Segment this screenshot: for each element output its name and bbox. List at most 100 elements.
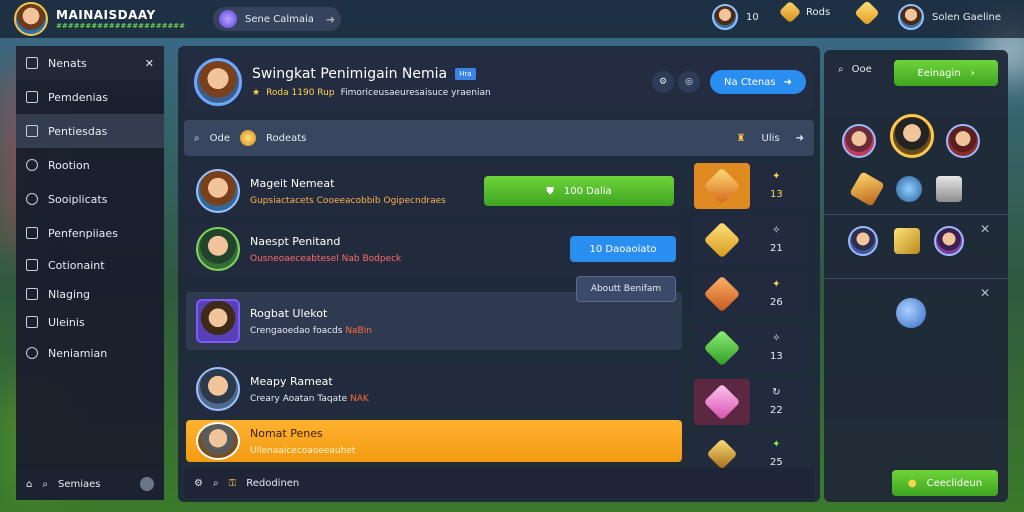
gem-icon [703, 275, 741, 313]
close-icon[interactable]: ✕ [980, 222, 990, 236]
divider [824, 214, 1008, 215]
right-action-button[interactable]: Eeinagin › [894, 60, 998, 86]
table-row[interactable]: Rogbat Ulekot Crengaoedao foacds NaBin A… [186, 276, 682, 350]
sidebar-item-penfenpiiaes[interactable]: Penfenpiiaes [16, 216, 164, 250]
settings-icon[interactable]: ⚙ [194, 478, 203, 489]
trophy[interactable] [854, 0, 880, 26]
rank-entry[interactable]: ✦ 13 [692, 162, 808, 210]
row-name: Meapy Rameat [250, 374, 333, 388]
sidebar-item-rootion[interactable]: Rootion [16, 148, 164, 182]
action-button-label: 10 Daoaoiato [589, 243, 657, 255]
tooltip-button[interactable]: Aboutt Benifam [576, 276, 676, 302]
sidebar-item-label: Rootion [48, 158, 90, 172]
claim-button[interactable]: ⛊ 100 Dalia [484, 176, 674, 206]
close-icon[interactable]: ✕ [145, 57, 154, 70]
main-panel: Swingkat Penimigain Nemia Hra ★ Roda 119… [178, 46, 820, 502]
rank-tile [694, 271, 750, 317]
helmet-icon[interactable] [896, 176, 922, 202]
main-footer-label[interactable]: Redodinen [246, 478, 299, 489]
info-button[interactable]: ⚙ [652, 71, 674, 93]
row-name: Nomat Penes [250, 426, 323, 440]
potion-icon[interactable] [896, 298, 926, 328]
crown-icon[interactable] [894, 228, 920, 254]
mail-icon [26, 288, 38, 300]
folder-icon [26, 91, 38, 103]
avatar [196, 299, 240, 343]
profile-avatar[interactable] [194, 58, 242, 106]
right-footer-button[interactable]: ● Ceeclideun [892, 470, 998, 496]
profile-desc: Fimoriceusaeuresaisuce yraenian [340, 88, 491, 98]
key-icon: ⚿ [228, 477, 237, 489]
avatar[interactable] [946, 124, 980, 158]
avatar [196, 227, 240, 271]
rank-tile [694, 217, 750, 263]
badge-icon [706, 438, 738, 470]
sidebar-item-label: Nlaging [48, 287, 91, 301]
list-icon [26, 57, 38, 69]
tooltip-button-label: Aboutt Benifam [590, 284, 662, 294]
user-profile[interactable]: Solen Gaeline [898, 4, 1001, 30]
arrow-right-icon[interactable]: ➜ [796, 133, 804, 144]
table-row[interactable]: Mageit Nemeat Gupsiactacets Cooeeacobbib… [186, 164, 682, 218]
quick-search[interactable]: Sene Calmaia ➜ [213, 7, 342, 31]
rank-entry[interactable]: ✧ 13 [692, 324, 808, 372]
home-icon[interactable]: ⌂ [26, 479, 32, 490]
row-desc: Crengaoedao foacds [250, 325, 343, 336]
key-icon [778, 0, 802, 24]
avatar [196, 422, 240, 460]
table-row[interactable]: Naespt Penitand Ousneoaeceabtesel Nab Bo… [186, 222, 682, 276]
close-icon[interactable]: ✕ [980, 286, 990, 300]
avatar [712, 4, 738, 30]
sidebar-item-label: Pentiesdas [48, 124, 108, 138]
search-icon[interactable]: ⌕ [213, 478, 219, 489]
sidebar: Nenats ✕ Pemdenias Pentiesdas Rootion So… [16, 46, 164, 500]
sidebar-item-label: Penfenpiiaes [48, 226, 118, 240]
player-level[interactable]: 10 [712, 4, 759, 30]
hammer-icon[interactable] [849, 171, 885, 207]
sidebar-item-nlaging[interactable]: Nlaging [16, 280, 164, 308]
search-icon[interactable]: ⌕ [42, 479, 48, 490]
sidebar-item-neniamian[interactable]: Neniamian [16, 336, 164, 370]
user-avatar [898, 4, 924, 30]
profile-action-button[interactable]: Na Ctenas ➜ [710, 70, 806, 94]
divider [824, 278, 1008, 279]
sidebar-item-cotionaint[interactable]: Cotionaint [16, 250, 164, 280]
chevron-right-icon: › [970, 67, 975, 79]
star-icon [703, 383, 741, 421]
trophy-icon [854, 0, 880, 26]
avatar[interactable] [842, 124, 876, 158]
row-highlight: NaBin [345, 325, 372, 336]
sidebar-item-pentiesdas[interactable]: Pentiesdas [16, 114, 164, 148]
crown-icon [703, 221, 741, 259]
rank-value: 13 [770, 189, 783, 200]
sidebar-item-pemdenias[interactable]: Pemdenias [16, 80, 164, 114]
profile-score: Roda 1190 Rup [266, 88, 335, 98]
avatar [196, 367, 240, 411]
avatar[interactable] [934, 226, 964, 256]
sidebar-item-sooiplicats[interactable]: Sooiplicats [16, 182, 164, 216]
gear-icon [26, 227, 38, 239]
action-button[interactable]: 10 Daoaoiato [570, 236, 676, 262]
rank-entry[interactable]: ✦ 26 [692, 270, 808, 318]
settings-button[interactable]: ◎ [678, 71, 700, 93]
rank-value: 22 [770, 405, 783, 416]
rank-entry[interactable]: ↻ 22 [692, 378, 808, 426]
profile-tag: Hra [455, 68, 476, 80]
rank-tile [694, 163, 750, 209]
sidebar-item-nenats[interactable]: Nenats ✕ [16, 46, 164, 80]
table-row[interactable]: Meapy Rameat Creary Aoatan Taqate NAK [186, 362, 682, 416]
row-desc: Gupsiactacets Cooeeacobbib Ogipecndraes [250, 195, 446, 206]
search-icon[interactable]: ⌕ [194, 133, 200, 144]
rank-entry[interactable]: ✧ 21 [692, 216, 808, 264]
right-search[interactable]: ⌕ Ooe [838, 64, 872, 75]
rods-currency[interactable]: Rods [778, 0, 830, 24]
sidebar-item-label: Nenats [48, 56, 87, 70]
check-icon[interactable] [140, 477, 154, 491]
sidebar-footer-label[interactable]: Semiaes [58, 479, 101, 490]
table-row[interactable]: Nomat Penes Ullenaaicecoaoeeauhet [186, 420, 682, 462]
chest-icon[interactable] [936, 176, 962, 202]
avatar[interactable] [890, 114, 934, 158]
avatar[interactable] [848, 226, 878, 256]
row-highlight: NAK [350, 393, 369, 404]
sidebar-item-uleinis[interactable]: Uleinis [16, 308, 164, 336]
